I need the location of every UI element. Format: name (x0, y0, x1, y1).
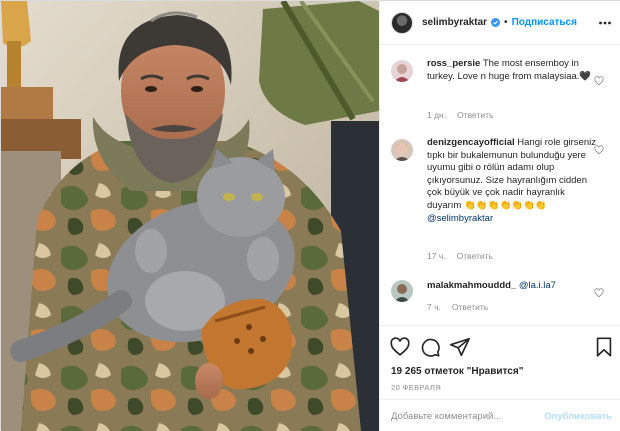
commenter-avatar[interactable] (391, 280, 413, 302)
post-image (1, 1, 379, 431)
more-options-icon[interactable] (598, 16, 612, 30)
add-comment-bar: Добавьте комментарий... Опубликовать (380, 399, 620, 431)
paper-plane-icon[interactable] (449, 336, 471, 358)
bookmark-icon[interactable] (593, 336, 615, 358)
commenter-avatar-image (391, 280, 413, 302)
comment-body: denizgencayofficial Hangi role girseniz … (427, 137, 597, 225)
comment-like-icon[interactable] (594, 145, 604, 155)
reply-button[interactable]: Ответить (457, 251, 493, 261)
publish-button[interactable]: Опубликовать (544, 411, 612, 422)
commenter-avatar-image (391, 60, 413, 82)
comment-time[interactable]: 1 дн. (427, 110, 446, 120)
comment-icon[interactable] (419, 336, 441, 358)
commenter-username[interactable]: denizgencayofficial (427, 137, 515, 148)
reply-button[interactable]: Ответить (452, 302, 488, 312)
comment-mention-link[interactable]: @selimbyraktar (427, 213, 493, 224)
reply-button[interactable]: Ответить (457, 110, 493, 120)
comment-input[interactable]: Добавьте комментарий... (391, 411, 501, 422)
commenter-avatar-image (391, 139, 413, 161)
follow-button[interactable]: Подписаться (512, 17, 577, 28)
action-icons (389, 336, 615, 358)
comment-meta: 17 ч. Ответить (427, 251, 493, 261)
comment-meta: 1 дн. Ответить (427, 110, 493, 120)
heart-icon[interactable] (389, 336, 411, 358)
post-photo[interactable] (1, 1, 379, 431)
commenter-username[interactable]: malakmahmouddd_ (427, 280, 516, 291)
post-side-panel: selimbyraktar • Подписаться ross_persie … (379, 1, 620, 431)
commenter-username[interactable]: ross_persie (427, 58, 480, 69)
comment-body: malakmahmouddd_ @la.i.la7 (427, 280, 597, 293)
verified-badge-icon (491, 18, 501, 27)
comments-list[interactable]: ross_persie The most ensemboy in turkey.… (380, 46, 620, 324)
comment-time[interactable]: 7 ч. (427, 302, 441, 312)
comment-text: Hangi role girseniz tıpkı bir bukalemunu… (427, 137, 596, 211)
author-avatar[interactable] (391, 11, 413, 34)
likes-count[interactable]: 19 265 отметок "Нравится" (391, 366, 523, 377)
header-separator: • (504, 17, 508, 28)
commenter-avatar[interactable] (391, 139, 413, 161)
commenter-avatar[interactable] (391, 60, 413, 82)
comment-like-icon[interactable] (594, 288, 604, 298)
instagram-post: selimbyraktar • Подписаться ross_persie … (0, 0, 620, 431)
post-date[interactable]: 20 февраля (391, 383, 441, 392)
comment-like-icon[interactable] (594, 76, 604, 86)
post-header: selimbyraktar • Подписаться (380, 1, 620, 45)
author-username[interactable]: selimbyraktar (422, 17, 487, 28)
comment-time[interactable]: 17 ч. (427, 251, 446, 261)
comment-meta: 7 ч. Ответить (427, 302, 488, 312)
comment-body: ross_persie The most ensemboy in turkey.… (427, 58, 597, 83)
comment-mention-link[interactable]: @la.i.la7 (519, 280, 556, 291)
